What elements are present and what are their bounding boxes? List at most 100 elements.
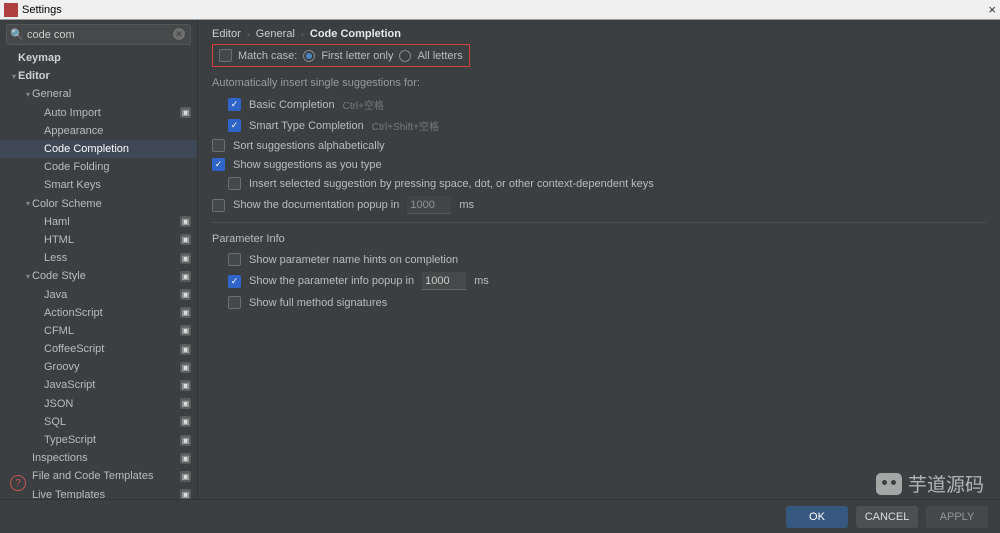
sidebar-item-cfml[interactable]: CFML ▣ [0, 322, 197, 340]
smart-completion-label: Smart Type Completion [249, 120, 364, 132]
sidebar-item-label: JavaScript [44, 379, 176, 391]
sidebar-item-groovy[interactable]: Groovy▣ [0, 358, 197, 376]
app-icon [4, 3, 18, 17]
show-hints-checkbox[interactable] [228, 253, 241, 266]
breadcrumb: Editor › General › Code Completion [212, 28, 986, 40]
sidebar-item-java[interactable]: Java ▣ [0, 285, 197, 303]
project-badge-icon: ▣ [180, 253, 191, 264]
match-case-row: Match case: First letter only All letter… [212, 44, 470, 67]
main-panel: Editor › General › Code Completion Match… [198, 20, 1000, 499]
titlebar: Settings × [0, 0, 1000, 20]
sidebar-item-label: CoffeeScript [44, 343, 176, 355]
insert-selected-label: Insert selected suggestion by pressing s… [249, 178, 654, 190]
sidebar-item-keymap[interactable]: Keymap [0, 49, 197, 67]
sidebar-item-appearance[interactable]: Appearance [0, 122, 197, 140]
sidebar-item-coffeescript[interactable]: CoffeeScript▣ [0, 340, 197, 358]
project-badge-icon: ▣ [180, 234, 191, 245]
sidebar-item-label: File and Code Templates [32, 470, 176, 482]
sidebar-item-typescript[interactable]: TypeScript ▣ [0, 431, 197, 449]
project-badge-icon: ▣ [180, 398, 191, 409]
project-badge-icon: ▣ [180, 489, 191, 499]
show-as-type-label: Show suggestions as you type [233, 159, 382, 171]
sidebar-item-label: CFML [44, 325, 176, 337]
sidebar-item-label: Code Completion [44, 143, 191, 155]
sidebar-item-javascript[interactable]: JavaScript▣ [0, 376, 197, 394]
radio-first-label: First letter only [321, 50, 393, 62]
sidebar-item-label: Java [44, 289, 176, 301]
sort-alpha-checkbox[interactable] [212, 139, 225, 152]
project-badge-icon: ▣ [180, 271, 191, 282]
project-badge-icon: ▣ [180, 325, 191, 336]
sidebar: 🔍 ✕ Keymap▾Editor▾GeneralAuto Import▣App… [0, 20, 198, 499]
sidebar-item-color-scheme[interactable]: ▾Color Scheme [0, 195, 197, 213]
sidebar-item-html[interactable]: HTML▣ [0, 231, 197, 249]
sidebar-item-label: General [32, 88, 191, 100]
param-popup-checkbox[interactable] [228, 275, 241, 288]
project-badge-icon: ▣ [180, 416, 191, 427]
search-input[interactable] [6, 24, 191, 45]
sidebar-item-code-completion[interactable]: Code Completion [0, 140, 197, 158]
chevron-icon: ▾ [10, 72, 18, 81]
chevron-right-icon: › [301, 29, 304, 39]
sidebar-item-label: Color Scheme [32, 198, 191, 210]
clear-search-icon[interactable]: ✕ [173, 28, 185, 40]
auto-insert-header: Automatically insert single suggestions … [212, 77, 986, 89]
basic-completion-label: Basic Completion [249, 99, 335, 111]
project-badge-icon: ▣ [180, 453, 191, 464]
crumb-general[interactable]: General [256, 28, 295, 40]
dialog-footer: OK CANCEL APPLY [0, 499, 1000, 533]
sidebar-item-live-templates[interactable]: Live Templates▣ [0, 486, 197, 500]
radio-first-letter[interactable] [303, 50, 315, 62]
match-case-checkbox[interactable] [219, 49, 232, 62]
sidebar-item-code-folding[interactable]: Code Folding [0, 158, 197, 176]
close-icon[interactable]: × [988, 2, 996, 17]
ok-button[interactable]: OK [786, 506, 848, 528]
sidebar-item-label: Smart Keys [44, 179, 191, 191]
sidebar-item-file-and-code-templates[interactable]: File and Code Templates▣ [0, 467, 197, 485]
project-badge-icon: ▣ [180, 216, 191, 227]
sidebar-item-actionscript[interactable]: ActionScript▣ [0, 304, 197, 322]
help-icon[interactable]: ? [10, 475, 26, 491]
sidebar-item-json[interactable]: JSON ▣ [0, 395, 197, 413]
project-badge-icon: ▣ [180, 362, 191, 373]
doc-popup-checkbox[interactable] [212, 199, 225, 212]
doc-popup-input[interactable] [407, 196, 451, 214]
sidebar-item-label: Auto Import [44, 107, 176, 119]
sidebar-item-general[interactable]: ▾General [0, 85, 197, 103]
sidebar-item-less[interactable]: Less▣ [0, 249, 197, 267]
window-title: Settings [22, 4, 62, 16]
sidebar-item-sql[interactable]: SQL▣ [0, 413, 197, 431]
param-popup-input[interactable] [422, 272, 466, 290]
search-icon: 🔍 [10, 28, 24, 41]
sidebar-item-label: JSON [44, 398, 176, 410]
sidebar-item-haml[interactable]: Haml▣ [0, 213, 197, 231]
project-badge-icon: ▣ [180, 107, 191, 118]
project-badge-icon: ▣ [180, 435, 191, 446]
crumb-code-completion: Code Completion [310, 28, 401, 40]
sidebar-item-auto-import[interactable]: Auto Import ▣ [0, 104, 197, 122]
basic-completion-checkbox[interactable] [228, 98, 241, 111]
full-sig-label: Show full method signatures [249, 297, 387, 309]
project-badge-icon: ▣ [180, 289, 191, 300]
project-badge-icon: ▣ [180, 307, 191, 318]
sidebar-item-label: Editor [18, 70, 191, 82]
chevron-icon: ▾ [24, 272, 32, 281]
match-case-label: Match case: [238, 50, 297, 62]
settings-tree[interactable]: Keymap▾Editor▾GeneralAuto Import▣Appeara… [0, 49, 197, 499]
show-as-type-checkbox[interactable] [212, 158, 225, 171]
sidebar-item-code-style[interactable]: ▾Code Style▣ [0, 267, 197, 285]
radio-all-letters[interactable] [399, 50, 411, 62]
crumb-editor[interactable]: Editor [212, 28, 241, 40]
cancel-button[interactable]: CANCEL [856, 506, 918, 528]
sidebar-item-label: Inspections [32, 452, 176, 464]
sidebar-item-label: TypeScript [44, 434, 176, 446]
insert-selected-checkbox[interactable] [228, 177, 241, 190]
full-sig-checkbox[interactable] [228, 296, 241, 309]
sidebar-item-smart-keys[interactable]: Smart Keys [0, 176, 197, 194]
radio-all-label: All letters [417, 50, 462, 62]
ms-label-2: ms [474, 275, 489, 287]
smart-completion-checkbox[interactable] [228, 119, 241, 132]
sidebar-item-inspections[interactable]: Inspections ▣ [0, 449, 197, 467]
sidebar-item-label: Keymap [18, 52, 191, 64]
sidebar-item-editor[interactable]: ▾Editor [0, 67, 197, 85]
